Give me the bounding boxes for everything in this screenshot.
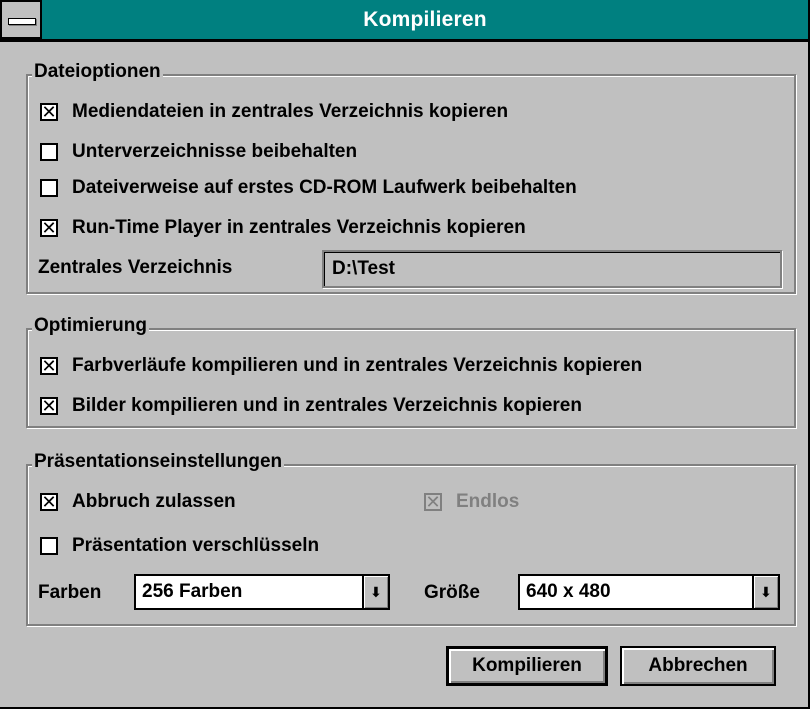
cancel-button[interactable]: Abbrechen: [620, 646, 776, 686]
checkbox-box[interactable]: ✕: [40, 397, 58, 415]
group-title-praesentation: Präsentationseinstellungen: [32, 451, 285, 473]
checkbox-unterverzeichnisse[interactable]: Unterverzeichnisse beibehalten: [40, 138, 357, 166]
system-menu-button[interactable]: [0, 0, 42, 39]
title-bar[interactable]: Kompilieren: [0, 0, 808, 42]
farben-dropdown-button[interactable]: ⬇: [362, 576, 388, 608]
dropdown-arrow-icon: ⬇: [760, 584, 772, 600]
system-menu-icon: [8, 18, 36, 25]
checkbox-abbruch[interactable]: ✕ Abbruch zulassen: [40, 488, 236, 516]
group-title-dateioptionen: Dateioptionen: [32, 61, 163, 83]
farben-select[interactable]: 256 Farben ⬇: [134, 574, 390, 610]
checkbox-dateiverweise[interactable]: Dateiverweise auf erstes CD-ROM Laufwerk…: [40, 174, 577, 202]
groesse-label: Größe: [424, 582, 480, 603]
farben-label: Farben: [38, 582, 102, 603]
checkbox-bilder[interactable]: ✕ Bilder kompilieren und in zentrales Ve…: [40, 392, 582, 420]
farben-value: 256 Farben: [142, 581, 243, 602]
checkbox-box[interactable]: [40, 537, 58, 555]
groesse-dropdown-button[interactable]: ⬇: [752, 576, 778, 608]
compile-button[interactable]: Kompilieren: [446, 646, 608, 686]
checkbox-farbverlaeufe[interactable]: ✕ Farbverläufe kompilieren und in zentra…: [40, 352, 642, 380]
group-title-optimierung: Optimierung: [32, 315, 149, 337]
checkbox-mediendateien[interactable]: ✕ Mediendateien in zentrales Verzeichnis…: [40, 98, 508, 126]
checkbox-box[interactable]: ✕: [40, 357, 58, 375]
central-dir-label: Zentrales Verzeichnis: [38, 257, 233, 278]
central-dir-field[interactable]: D:\Test: [322, 250, 782, 288]
compile-dialog: Kompilieren Dateioptionen ✕ Mediendateie…: [0, 0, 810, 709]
groesse-select[interactable]: 640 x 480 ⬇: [518, 574, 780, 610]
checkbox-box: ✕: [424, 492, 442, 512]
checkbox-box[interactable]: ✕: [40, 493, 58, 511]
checkbox-endlos: ✕ Endlos: [424, 491, 520, 512]
window-title: Kompilieren: [363, 8, 487, 31]
checkbox-runtime-player[interactable]: ✕ Run-Time Player in zentrales Verzeichn…: [40, 214, 526, 242]
groesse-value: 640 x 480: [526, 581, 611, 602]
dropdown-arrow-icon: ⬇: [370, 584, 382, 600]
checkbox-box[interactable]: ✕: [40, 103, 58, 121]
checkbox-box[interactable]: [40, 143, 58, 161]
checkbox-box[interactable]: ✕: [40, 219, 58, 237]
checkbox-box[interactable]: [40, 179, 58, 197]
checkbox-verschluesseln[interactable]: Präsentation verschlüsseln: [40, 532, 319, 560]
